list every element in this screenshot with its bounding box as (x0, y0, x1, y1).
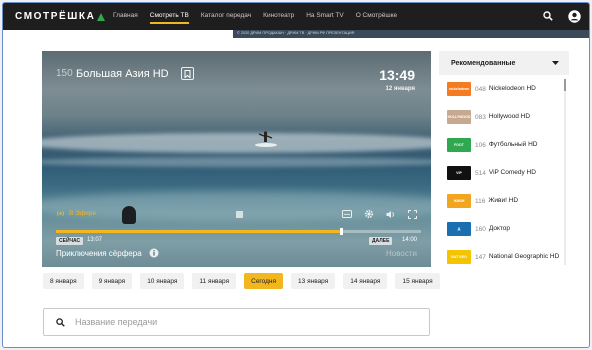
channel-item-name: Живи! HD (488, 197, 519, 204)
now-badge: СЕЙЧАС (56, 237, 84, 245)
channel-number: 150 (56, 68, 73, 79)
progress-handle[interactable] (339, 228, 343, 235)
next-program: Новости (386, 249, 417, 258)
date-chip[interactable]: 15 января (395, 273, 440, 289)
search-icon[interactable] (541, 9, 555, 23)
channel-item[interactable]: NAT GEO 147 National Geographic HD (447, 243, 561, 269)
channel-item-name: National Geographic HD (488, 253, 560, 260)
channel-item-number: 048 (475, 85, 486, 93)
channel-item-number: 116 (475, 197, 486, 205)
progress-bar[interactable] (56, 228, 421, 235)
channel-logo: nickelodeon (447, 82, 471, 96)
chevron-down-icon (552, 61, 559, 65)
live-label: В Эфире (69, 210, 97, 217)
nav-item-catalog[interactable]: Каталог передач (201, 12, 251, 24)
progress-fill (56, 230, 341, 233)
channel-item[interactable]: nickelodeon 048 Nickelodeon HD (447, 75, 561, 103)
settings-icon[interactable] (363, 208, 375, 220)
stop-icon[interactable] (236, 211, 243, 218)
channel-item[interactable]: FOOT 106 Футбольный HD (447, 131, 561, 159)
next-badge: ДАЛЕЕ (369, 237, 393, 245)
broadcast-icon (57, 211, 64, 216)
scrollbar[interactable] (564, 79, 566, 265)
channel-item-name: Hollywood HD (488, 113, 531, 120)
channel-item[interactable]: HOLLYWOOD 083 Hollywood HD (447, 103, 561, 131)
surfer-figure (255, 131, 277, 147)
main-nav: Главная Смотреть ТВ Каталог передач Кино… (113, 12, 397, 24)
nav-item-watch-tv[interactable]: Смотреть ТВ (150, 12, 189, 24)
recommended-title: Рекомендованные (451, 59, 516, 67)
channel-item-number: 147 (475, 253, 486, 261)
program-search-box (43, 308, 430, 336)
volume-icon[interactable] (385, 208, 397, 220)
fullscreen-icon[interactable] (406, 208, 418, 220)
channel-item[interactable]: ЖИВИ 116 Живи! HD (447, 187, 561, 215)
video-wave (42, 157, 431, 167)
date-chip[interactable]: 13 января (291, 273, 336, 289)
program-search-input[interactable] (75, 317, 395, 327)
channel-logo: FOOT (447, 138, 471, 152)
channel-item-name: Nickelodeon HD (488, 85, 536, 92)
date-chip[interactable]: 11 января (192, 273, 237, 289)
channel-item-name: Футбольный HD (488, 141, 538, 148)
nav-item-main[interactable]: Главная (113, 12, 138, 24)
channel-item-number: 160 (475, 225, 486, 233)
search-icon (56, 317, 65, 327)
channel-logo: NAT GEO (447, 250, 471, 264)
channel-item[interactable]: VIP 514 ViP Comedy HD (447, 159, 561, 187)
start-time: 13:07 (87, 237, 103, 243)
bookmark-icon[interactable] (181, 67, 194, 80)
top-navigation-bar: СМОТРЁШКА Главная Смотреть ТВ Каталог пе… (3, 3, 589, 30)
header-actions (541, 9, 581, 23)
channel-item-name: ViP Comedy HD (488, 169, 536, 176)
channel-item-name: Доктор (488, 225, 511, 232)
scrollbar-thumb[interactable] (564, 79, 566, 91)
nav-item-cinema[interactable]: Кинотеатр (263, 12, 294, 24)
channel-logo: Д (447, 222, 471, 236)
channel-item-number: 106 (475, 141, 486, 149)
recommended-dropdown[interactable]: Рекомендованные (439, 51, 569, 75)
date-chip[interactable]: 14 января (343, 273, 388, 289)
promo-strip: © 2020 ДРИМ ПРОДАКШН · ДРИМ ТВ · ДРИМ.РФ… (233, 30, 589, 38)
date-chip[interactable]: 8 января (43, 273, 84, 289)
current-date: 12 января (385, 86, 416, 92)
current-time: 13:49 (379, 67, 415, 83)
channel-logo: ЖИВИ (447, 194, 471, 208)
channel-item[interactable]: Д 160 Доктор (447, 215, 561, 243)
account-icon[interactable] (567, 9, 581, 23)
nav-item-about[interactable]: О Смотрёшке (356, 12, 397, 24)
video-wave (42, 133, 431, 153)
date-chip[interactable]: 10 января (140, 273, 185, 289)
date-chip-today[interactable]: Сегодня (244, 273, 284, 289)
live-button[interactable]: В Эфире (56, 209, 96, 218)
info-icon[interactable] (149, 248, 159, 258)
channel-list: nickelodeon 048 Nickelodeon HD HOLLYWOOD… (439, 75, 569, 269)
channel-logo: HOLLYWOOD (447, 110, 471, 124)
program-title: Приключения сёрфера (56, 249, 142, 258)
page-frame: СМОТРЁШКА Главная Смотреть ТВ Каталог пе… (2, 2, 590, 348)
date-selector: 8 января 9 января 10 января 11 января Се… (43, 273, 440, 289)
recommended-panel: Рекомендованные nickelodeon 048 Nickelod… (439, 51, 569, 269)
channel-logo: VIP (447, 166, 471, 180)
end-time: 14:00 (401, 237, 417, 243)
channel-item-number: 083 (475, 113, 486, 121)
date-chip[interactable]: 9 января (91, 273, 133, 289)
subtitles-icon[interactable] (341, 208, 353, 220)
swimmer-figure (122, 206, 136, 224)
logo-text: СМОТРЁШКА (15, 11, 96, 22)
nav-item-smart-tv[interactable]: На Smart TV (306, 12, 343, 24)
logo-triangle-icon (97, 12, 106, 21)
channel-item-number: 514 (475, 169, 486, 177)
channel-name: Большая Азия HD (76, 68, 169, 80)
logo[interactable]: СМОТРЁШКА (15, 11, 106, 22)
video-player[interactable]: 150 Большая Азия HD 13:49 12 января В Эф… (42, 51, 431, 267)
